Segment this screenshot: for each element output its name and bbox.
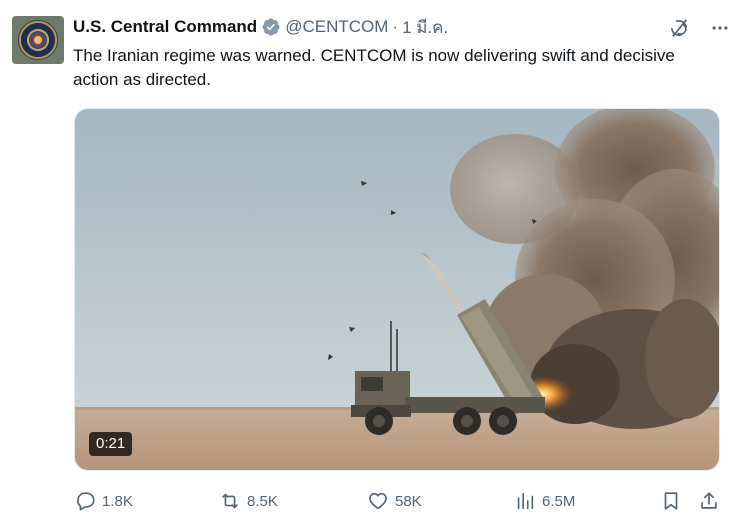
views-count: 6.5M (542, 492, 576, 510)
like-button[interactable]: 58K (367, 488, 422, 514)
reply-icon (74, 490, 96, 512)
bookmark-icon (660, 490, 682, 512)
tweet-header: U.S. Central Command @CENTCOM · 1 มี.ค. (73, 16, 448, 38)
views-chart-icon (514, 490, 536, 512)
verified-badge-icon[interactable] (261, 17, 281, 37)
more-icon[interactable] (710, 18, 730, 38)
author-display-name[interactable]: U.S. Central Command (73, 17, 257, 37)
share-icon (698, 490, 720, 512)
repost-icon (219, 490, 241, 512)
reply-button[interactable]: 1.8K (74, 488, 133, 514)
tweet-actions: 1.8K 8.5K 58K 6.5M (74, 488, 724, 514)
top-actions (668, 16, 730, 40)
avatar[interactable] (12, 16, 64, 64)
tweet-date[interactable]: 1 มี.ค. (402, 14, 448, 41)
repost-count: 8.5K (247, 492, 278, 510)
tweet-text: The Iranian regime was warned. CENTCOM i… (73, 46, 675, 89)
reply-count: 1.8K (102, 492, 133, 510)
repost-button[interactable]: 8.5K (219, 488, 278, 514)
tweet[interactable]: U.S. Central Command @CENTCOM · 1 มี.ค. (0, 0, 748, 529)
video-player[interactable]: 0:21 (74, 108, 720, 471)
like-count: 58K (395, 492, 422, 510)
bookmark-button[interactable] (660, 488, 682, 514)
separator-dot: · (392, 17, 399, 36)
heart-icon (367, 490, 389, 512)
share-button[interactable] (698, 488, 720, 514)
author-handle[interactable]: @CENTCOM (285, 17, 388, 37)
video-duration: 0:21 (89, 432, 133, 456)
centcom-seal-logo (18, 20, 58, 60)
grok-icon[interactable] (668, 17, 690, 39)
views-button[interactable]: 6.5M (514, 488, 575, 514)
video-thumbnail (75, 109, 719, 470)
